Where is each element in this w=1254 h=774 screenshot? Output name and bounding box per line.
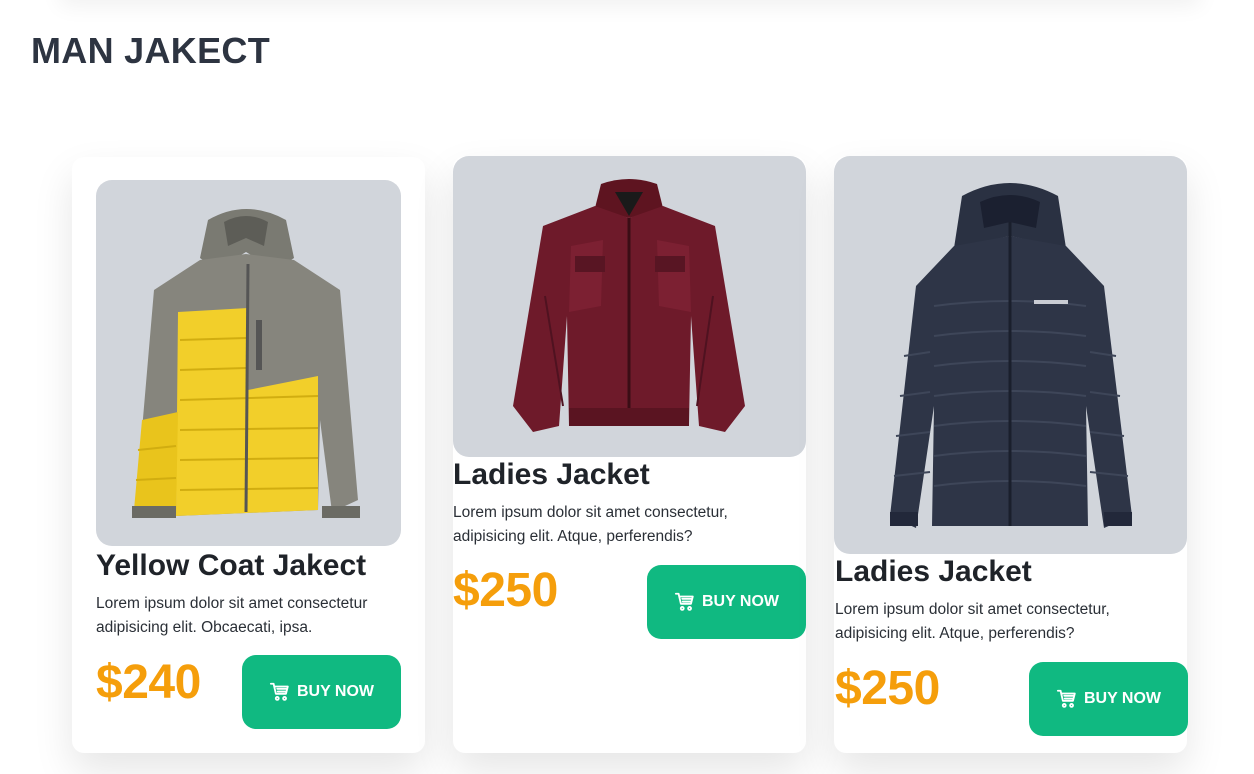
buy-now-button[interactable]: BUY NOW (647, 565, 806, 639)
product-title: Ladies Jacket (453, 458, 650, 491)
buy-now-button[interactable]: BUY NOW (1029, 662, 1188, 736)
yellow-jacket-image (132, 209, 360, 518)
page-title: MAN JAKECT (31, 30, 271, 71)
product-card: Ladies Jacket Lorem ipsum dolor sit amet… (834, 156, 1188, 753)
product-image (96, 180, 401, 546)
leather-jacket-image (513, 179, 745, 432)
buy-now-label: BUY NOW (701, 593, 780, 610)
cart-icon (269, 681, 291, 703)
product-card: Ladies Jacket Lorem ipsum dolor sit amet… (453, 156, 806, 753)
product-description: Lorem ipsum dolor sit amet consectetur, … (835, 601, 1110, 642)
cart-icon (1056, 688, 1078, 710)
buy-now-label: BUY NOW (296, 683, 375, 700)
product-price: $250 (835, 662, 940, 715)
cart-icon (674, 591, 696, 613)
product-title: Yellow Coat Jakect (96, 549, 367, 582)
product-description: Lorem ipsum dolor sit amet consectetur, … (453, 504, 728, 545)
product-price: $240 (96, 656, 201, 709)
navy-jacket-image (890, 183, 1132, 528)
product-price: $250 (453, 564, 558, 617)
product-title: Ladies Jacket (835, 555, 1032, 588)
buy-now-button[interactable]: BUY NOW (242, 655, 401, 729)
product-card: Yellow Coat Jakect Lorem ipsum dolor sit… (72, 157, 425, 753)
product-image (834, 156, 1187, 554)
product-description: Lorem ipsum dolor sit amet consectetur a… (96, 595, 368, 636)
buy-now-label: BUY NOW (1083, 690, 1162, 707)
page: MAN JAKECT Yellow Coat Jakect Lorem ipsu… (0, 0, 1254, 774)
product-image (453, 156, 806, 457)
